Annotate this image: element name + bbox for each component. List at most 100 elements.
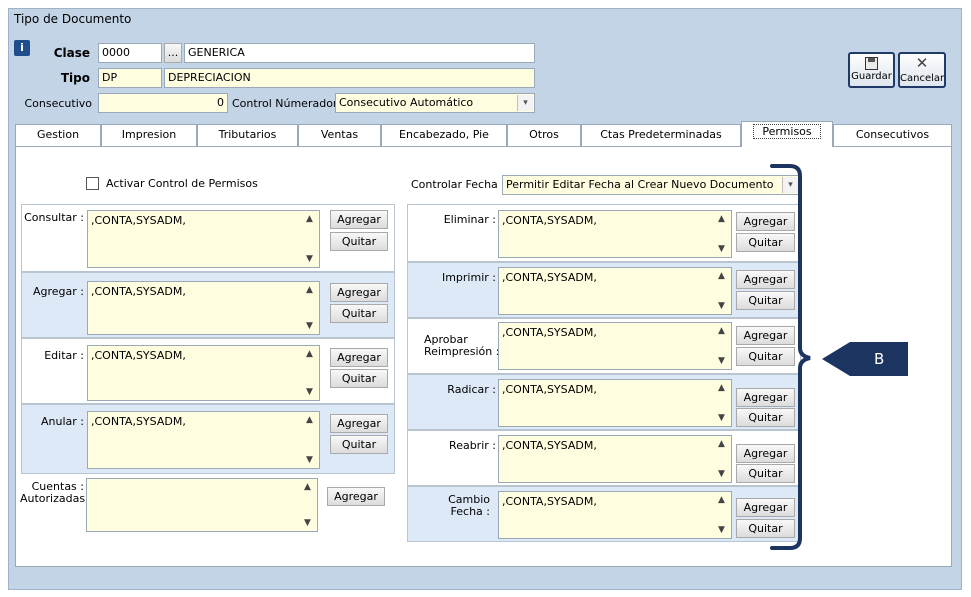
cuentas-agregar-button[interactable]: Agregar [327, 487, 385, 506]
reabrir-textarea[interactable]: ,CONTA,SYSADM, ▲ ▼ [498, 435, 732, 483]
agregar-quitar-button[interactable]: Quitar [330, 304, 388, 323]
floppy-disk-icon [865, 57, 878, 70]
imprimir-textarea[interactable]: ,CONTA,SYSADM, ▲ ▼ [498, 267, 732, 315]
chevron-down-icon[interactable]: ▾ [517, 95, 533, 111]
tipo-code-field[interactable]: DP [98, 68, 162, 88]
scrollbar[interactable]: ▲ ▼ [715, 492, 731, 538]
chevron-down-icon[interactable]: ▼ [304, 518, 311, 528]
agregar-textarea[interactable]: ,CONTA,SYSADM, ▲ ▼ [87, 281, 320, 335]
anular-group: Anular : ,CONTA,SYSADM, ▲ ▼ Agregar Quitar [21, 404, 395, 474]
scrollbar[interactable]: ▲ ▼ [303, 412, 319, 468]
consultar-group: Consultar : ,CONTA,SYSADM, ▲ ▼ Agregar Qui… [21, 204, 395, 272]
consultar-value: ,CONTA,SYSADM, [91, 214, 186, 227]
guardar-button[interactable]: Guardar [848, 52, 895, 88]
cancelar-button[interactable]: ✕ Cancelar [898, 52, 946, 88]
controlar-fecha-select[interactable]: Permitir Editar Fecha al Crear Nuevo Doc… [502, 175, 800, 195]
imprimir-value: ,CONTA,SYSADM, [502, 271, 597, 284]
chevron-down-icon[interactable]: ▼ [718, 469, 725, 479]
consecutivo-field[interactable]: 0 [98, 93, 228, 113]
scrollbar[interactable]: ▲ ▼ [715, 436, 731, 482]
eliminar-textarea[interactable]: ,CONTA,SYSADM, ▲ ▼ [498, 210, 732, 258]
cambio-fecha-textarea[interactable]: ,CONTA,SYSADM, ▲ ▼ [498, 491, 732, 539]
chevron-up-icon[interactable]: ▲ [306, 285, 313, 295]
imprimir-group: Imprimir : ,CONTA,SYSADM, ▲ ▼ Agregar Quit… [407, 262, 801, 318]
anular-agregar-button[interactable]: Agregar [330, 414, 388, 433]
scrollbar[interactable]: ▲ ▼ [715, 380, 731, 426]
tab-impresion[interactable]: Impresion [101, 124, 197, 146]
anular-label: Anular : [41, 415, 84, 428]
scrollbar[interactable]: ▲ ▼ [303, 282, 319, 334]
control-numerador-value: Consecutivo Automático [339, 96, 474, 109]
agregar-group: Agregar : ,CONTA,SYSADM, ▲ ▼ Agregar Quita… [21, 272, 395, 338]
editar-agregar-button[interactable]: Agregar [330, 348, 388, 367]
cuentas-label-line2: Autorizadas [20, 492, 86, 505]
clase-label: Clase [53, 46, 90, 60]
chevron-down-icon[interactable]: ▼ [306, 321, 313, 331]
chevron-up-icon[interactable]: ▲ [718, 271, 725, 281]
editar-value: ,CONTA,SYSADM, [91, 349, 186, 362]
chevron-down-icon[interactable]: ▼ [718, 525, 725, 535]
cambio-fecha-label-line2: Fecha : [450, 505, 490, 518]
scrollbar[interactable]: ▲ ▼ [715, 211, 731, 257]
chevron-down-icon[interactable]: ▼ [306, 455, 313, 465]
cuentas-textarea[interactable]: ▲ ▼ [86, 478, 318, 532]
scrollbar[interactable]: ▲ ▼ [301, 479, 317, 531]
scrollbar[interactable]: ▲ ▼ [303, 346, 319, 400]
tab-permisos[interactable]: Permisos [741, 121, 833, 147]
aprobar-textarea[interactable]: ,CONTA,SYSADM, ▲ ▼ [498, 322, 732, 370]
chevron-up-icon[interactable]: ▲ [718, 439, 725, 449]
anular-textarea[interactable]: ,CONTA,SYSADM, ▲ ▼ [87, 411, 320, 469]
aprobar-reimpresion-group: Aprobar Reimpresión : ,CONTA,SYSADM, ▲ ▼ A… [407, 318, 801, 374]
editar-quitar-button[interactable]: Quitar [330, 369, 388, 388]
tab-consecutivos[interactable]: Consecutivos [833, 124, 952, 146]
control-numerador-label: Control Númerador : [232, 97, 345, 110]
chevron-up-icon[interactable]: ▲ [718, 495, 725, 505]
clase-lookup-button[interactable]: ... [164, 43, 182, 63]
chevron-down-icon[interactable]: ▼ [718, 356, 725, 366]
editar-group: Editar : ,CONTA,SYSADM, ▲ ▼ Agregar Quitar [21, 338, 395, 404]
chevron-up-icon[interactable]: ▲ [718, 214, 725, 224]
chevron-up-icon[interactable]: ▲ [718, 326, 725, 336]
tab-ventas[interactable]: Ventas [298, 124, 381, 146]
tab-encabezado-pie[interactable]: Encabezado, Pie [381, 124, 507, 146]
chevron-up-icon[interactable]: ▲ [306, 415, 313, 425]
chevron-up-icon[interactable]: ▲ [718, 383, 725, 393]
chevron-down-icon[interactable]: ▼ [718, 301, 725, 311]
consultar-textarea[interactable]: ,CONTA,SYSADM, ▲ ▼ [87, 210, 320, 268]
control-numerador-select[interactable]: Consecutivo Automático ▾ [335, 93, 535, 113]
anular-quitar-button[interactable]: Quitar [330, 435, 388, 454]
clase-name-field: GENERICA [184, 43, 535, 63]
radicar-value: ,CONTA,SYSADM, [502, 383, 597, 396]
agregar-agregar-button[interactable]: Agregar [330, 283, 388, 302]
chevron-down-icon[interactable]: ▼ [718, 413, 725, 423]
scrollbar[interactable]: ▲ ▼ [303, 211, 319, 267]
activar-control-checkbox[interactable] [86, 177, 99, 190]
tab-tributarios[interactable]: Tributarios [197, 124, 298, 146]
chevron-down-icon[interactable]: ▼ [306, 254, 313, 264]
consultar-agregar-button[interactable]: Agregar [330, 210, 388, 229]
tipo-label: Tipo [60, 71, 90, 85]
agregar-value: ,CONTA,SYSADM, [91, 285, 186, 298]
tipo-name-field[interactable]: DEPRECIACION [164, 68, 535, 88]
chevron-up-icon[interactable]: ▲ [306, 214, 313, 224]
anular-value: ,CONTA,SYSADM, [91, 415, 186, 428]
tab-otros[interactable]: Otros [507, 124, 581, 146]
radicar-textarea[interactable]: ,CONTA,SYSADM, ▲ ▼ [498, 379, 732, 427]
chevron-up-icon[interactable]: ▲ [306, 349, 313, 359]
info-icon[interactable]: i [14, 40, 30, 56]
consultar-quitar-button[interactable]: Quitar [330, 232, 388, 251]
chevron-down-icon[interactable]: ▼ [306, 387, 313, 397]
clase-code-field[interactable]: 0000 [98, 43, 162, 63]
scrollbar[interactable]: ▲ ▼ [715, 268, 731, 314]
reabrir-label: Reabrir : [449, 439, 496, 452]
activar-control-label: Activar Control de Permisos [106, 177, 258, 190]
eliminar-group: Eliminar : ,CONTA,SYSADM, ▲ ▼ Agregar Quit… [407, 204, 801, 262]
chevron-down-icon[interactable]: ▼ [718, 244, 725, 254]
tab-permisos-label: Permisos [753, 124, 821, 139]
chevron-up-icon[interactable]: ▲ [304, 482, 311, 492]
tab-ctas-predeterminadas[interactable]: Ctas Predeterminadas [581, 124, 741, 146]
editar-textarea[interactable]: ,CONTA,SYSADM, ▲ ▼ [87, 345, 320, 401]
tab-gestion[interactable]: Gestion [15, 124, 101, 146]
window-title: Tipo de Documento [14, 12, 132, 26]
scrollbar[interactable]: ▲ ▼ [715, 323, 731, 369]
